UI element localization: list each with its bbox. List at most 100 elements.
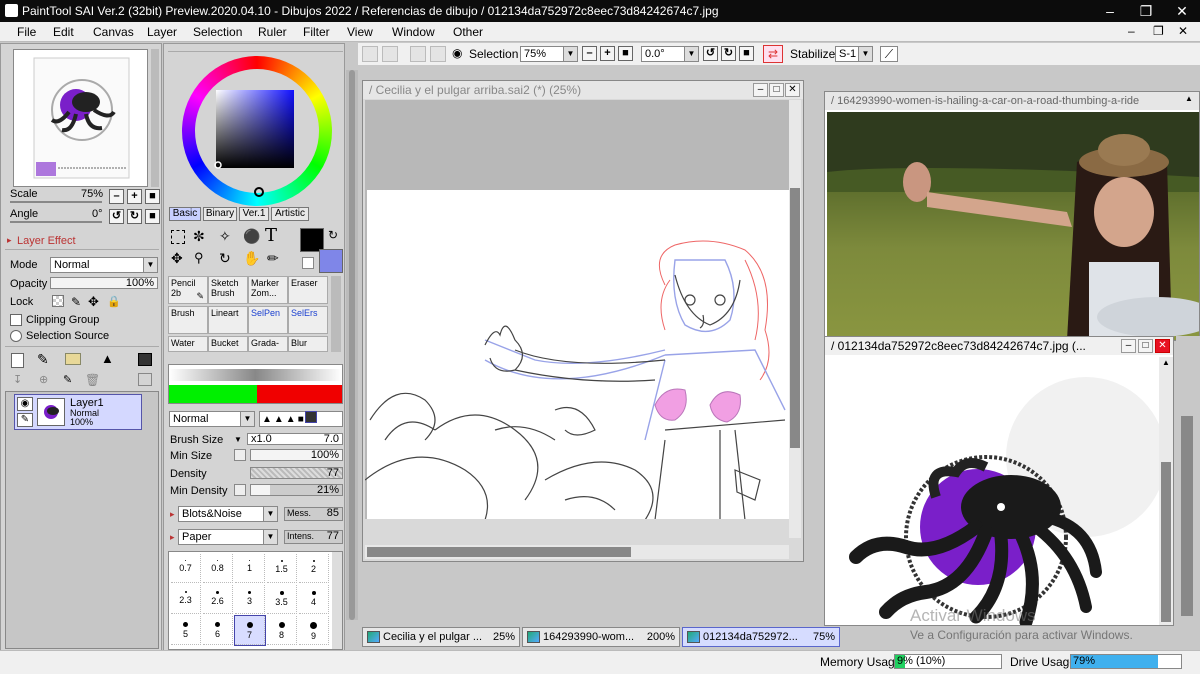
zoom-out-button[interactable]: – [582, 46, 597, 61]
min-size-slider[interactable]: 100% [250, 449, 343, 461]
canvas-close-icon[interactable]: ✕ [785, 83, 800, 97]
document-tab[interactable]: 164293990-wom... 200% [522, 627, 680, 647]
mask-layer-icon[interactable] [138, 353, 152, 366]
tool-brush[interactable]: Brush [168, 306, 208, 334]
scroll-up-icon[interactable]: ▲ [1162, 358, 1170, 367]
angle-slider[interactable] [10, 221, 102, 223]
brush-palette-scrollbar[interactable] [332, 552, 342, 649]
brush-size-preset-selected[interactable]: 7 [234, 615, 266, 646]
tool-sketch-brush[interactable]: Sketch Brush [208, 276, 248, 304]
density-slider[interactable]: 77 [250, 467, 343, 479]
new-pen-layer-icon[interactable]: ✎ [37, 351, 49, 368]
mdi-minimize-icon[interactable]: – [1128, 24, 1135, 38]
tab-ver1[interactable]: Ver.1 [239, 207, 269, 221]
brush-size-preset[interactable]: 5 [171, 616, 201, 645]
brush-size-slider[interactable]: x1.0 7.0 [247, 433, 343, 445]
canvas-minimize-icon[interactable]: – [753, 83, 768, 97]
eyedropper-icon[interactable]: ✏ [267, 250, 279, 267]
navigator-scrollbar[interactable] [151, 49, 159, 187]
canvas-maximize-icon[interactable]: □ [769, 83, 784, 97]
panel-splitter[interactable] [346, 70, 358, 620]
tool-marker[interactable]: Marker Zom... [248, 276, 288, 304]
brush-size-preset[interactable]: 3.5 [267, 585, 297, 614]
menu-filter[interactable]: Filter [303, 25, 330, 39]
selection-eye-icon[interactable]: ◉ [452, 46, 462, 60]
blend-mode-select[interactable]: Normal ▼ [169, 411, 255, 427]
menu-file[interactable]: File [17, 25, 36, 39]
rotate-reset-button[interactable]: ■ [739, 46, 754, 61]
undo-icon[interactable] [362, 46, 378, 62]
close-icon[interactable]: ✕ [1164, 0, 1200, 22]
tool-blur[interactable]: Blur [288, 336, 328, 352]
menu-other[interactable]: Other [453, 25, 483, 39]
brush-size-preset[interactable]: 6 [203, 616, 233, 645]
rotate-icon[interactable]: ↻ [219, 250, 231, 267]
mess-slider[interactable]: Mess. 85 [284, 507, 343, 521]
menu-ruler[interactable]: Ruler [258, 25, 287, 39]
intensity-slider[interactable]: Intens. 77 [284, 530, 343, 544]
redo-icon[interactable] [382, 46, 398, 62]
paper-toggle-icon[interactable]: ▸ [170, 532, 175, 543]
selection-source-checkbox[interactable] [10, 330, 22, 342]
brush-size-preset[interactable]: 2.3 [171, 585, 201, 614]
apply-mask-icon[interactable] [138, 373, 152, 386]
reference-photo-header[interactable]: / 164293990-women-is-hailing-a-car-on-a-… [825, 92, 1199, 110]
rotate-cw-button[interactable]: ↻ [721, 46, 736, 61]
clipping-checkbox[interactable] [10, 314, 22, 326]
min-size-pressure-icon[interactable] [234, 449, 246, 461]
side-scrollbar[interactable] [1181, 416, 1193, 616]
hand-icon[interactable]: ✋ [243, 250, 260, 267]
document-tab[interactable]: Cecilia y el pulgar ... 25% [362, 627, 520, 647]
reference-window-photo[interactable]: / 164293990-women-is-hailing-a-car-on-a-… [824, 91, 1200, 341]
drawing-canvas[interactable] [365, 100, 789, 519]
logo-image[interactable] [826, 357, 1159, 625]
tool-pencil-2b[interactable]: Pencil 2b ✎ [168, 276, 208, 304]
scale-reset-button[interactable]: ■ [145, 189, 160, 204]
brush-size-preset[interactable]: 9 [299, 616, 329, 645]
menu-layer[interactable]: Layer [147, 25, 177, 39]
tool-selers[interactable]: SelErs [288, 306, 328, 334]
brush-size-preset[interactable]: 0.8 [203, 554, 233, 583]
merge-down-icon[interactable]: ⊕ [39, 373, 48, 386]
eye-icon[interactable]: ◉ [17, 397, 33, 411]
tool-selpen[interactable]: SelPen [248, 306, 288, 334]
logo-vertical-scrollbar[interactable]: ▲ [1159, 357, 1173, 625]
logo-maximize-icon[interactable]: □ [1138, 339, 1153, 353]
document-tab-active[interactable]: 012134da752972... 75% [682, 627, 840, 647]
menu-view[interactable]: View [347, 25, 373, 39]
layer-mode-select[interactable]: Normal ▼ [50, 257, 158, 273]
tab-artistic[interactable]: Artistic [271, 207, 309, 221]
menu-window[interactable]: Window [392, 25, 435, 39]
swap-colors-icon[interactable]: ↻ [328, 228, 338, 242]
tool-scrollbar[interactable] [331, 276, 341, 352]
rotate-left-button[interactable]: ↺ [109, 209, 124, 224]
menu-selection[interactable]: Selection [193, 25, 242, 39]
zoom-icon[interactable]: ⚲ [194, 250, 204, 266]
magic-wand-icon[interactable]: ✧ [219, 228, 231, 245]
scale-minus-button[interactable]: – [109, 189, 124, 204]
secondary-color-swatch[interactable] [319, 249, 343, 273]
brush-size-preset[interactable]: 3 [235, 585, 265, 614]
pen-icon[interactable]: ✎ [17, 413, 33, 427]
new-layer-icon[interactable] [11, 353, 24, 368]
tool-lineart[interactable]: Lineart [208, 306, 248, 334]
scale-slider[interactable] [10, 201, 102, 203]
logo-minimize-icon[interactable]: – [1121, 339, 1136, 353]
tool-bucket[interactable]: Bucket [208, 336, 248, 352]
lasso-icon[interactable]: ✼ [193, 228, 205, 245]
min-density-slider[interactable]: 21% [250, 484, 343, 496]
tab-basic[interactable]: Basic [169, 207, 201, 221]
mdi-restore-icon[interactable]: ❐ [1153, 24, 1164, 38]
minimize-icon[interactable]: – [1092, 0, 1128, 22]
photo-scroll-up-icon[interactable]: ▲ [1185, 94, 1193, 103]
brush-size-preset[interactable]: 1 [235, 554, 265, 583]
scale-plus-button[interactable]: + [127, 189, 142, 204]
delete-layer-icon[interactable]: 🗑 [85, 373, 100, 387]
reference-window-logo[interactable]: / 012134da752972c8eec73d84242674c7.jpg (… [824, 336, 1174, 626]
angle-select[interactable]: 0.0° ▼ [641, 46, 699, 62]
new-folder-icon[interactable] [65, 353, 81, 365]
tool-water[interactable]: Water [168, 336, 208, 352]
lock-transparency-icon[interactable] [52, 295, 64, 307]
deselect-icon[interactable] [410, 46, 426, 62]
navigator-preview[interactable] [13, 49, 148, 187]
